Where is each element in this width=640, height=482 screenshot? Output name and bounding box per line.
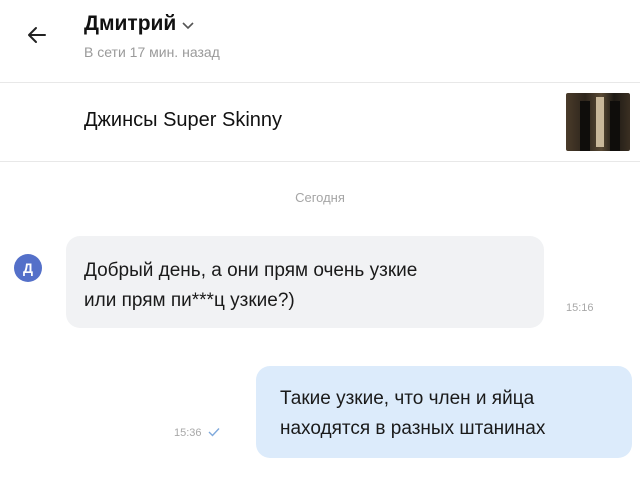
online-status: В сети 17 мин. назад	[84, 44, 220, 60]
date-separator: Сегодня	[295, 190, 345, 205]
outgoing-message[interactable]: Такие узкие, что член и яйца находятся в…	[256, 366, 632, 458]
message-time: 15:16	[566, 302, 594, 314]
message-time-outgoing: 15:36	[174, 426, 220, 440]
message-text: Добрый день, а они прям очень узкие или …	[84, 256, 524, 316]
contact-name-button[interactable]: Дмитрий	[84, 12, 194, 36]
incoming-message[interactable]: Добрый день, а они прям очень узкие или …	[66, 236, 544, 328]
contact-name: Дмитрий	[84, 12, 177, 35]
message-time: 15:36	[174, 427, 202, 439]
back-button[interactable]	[22, 20, 52, 50]
message-line: Добрый день, а они прям очень узкие	[84, 260, 418, 281]
message-line: находятся в разных штанинах	[280, 418, 546, 439]
sender-avatar[interactable]: Д	[14, 254, 42, 282]
checkmark-icon	[208, 426, 220, 440]
message-text: Такие узкие, что член и яйца находятся в…	[280, 384, 620, 444]
product-title: Джинсы Super Skinny	[84, 109, 283, 131]
chat-header: Дмитрий В сети 17 мин. назад	[0, 0, 640, 83]
message-line: Такие узкие, что член и яйца	[280, 388, 535, 409]
arrow-left-icon	[28, 27, 46, 43]
message-line: или прям пи***ц узкие?)	[84, 290, 295, 311]
product-bar[interactable]: Джинсы Super Skinny	[0, 83, 640, 162]
chevron-down-icon	[182, 18, 194, 33]
product-thumbnail[interactable]	[566, 93, 630, 151]
